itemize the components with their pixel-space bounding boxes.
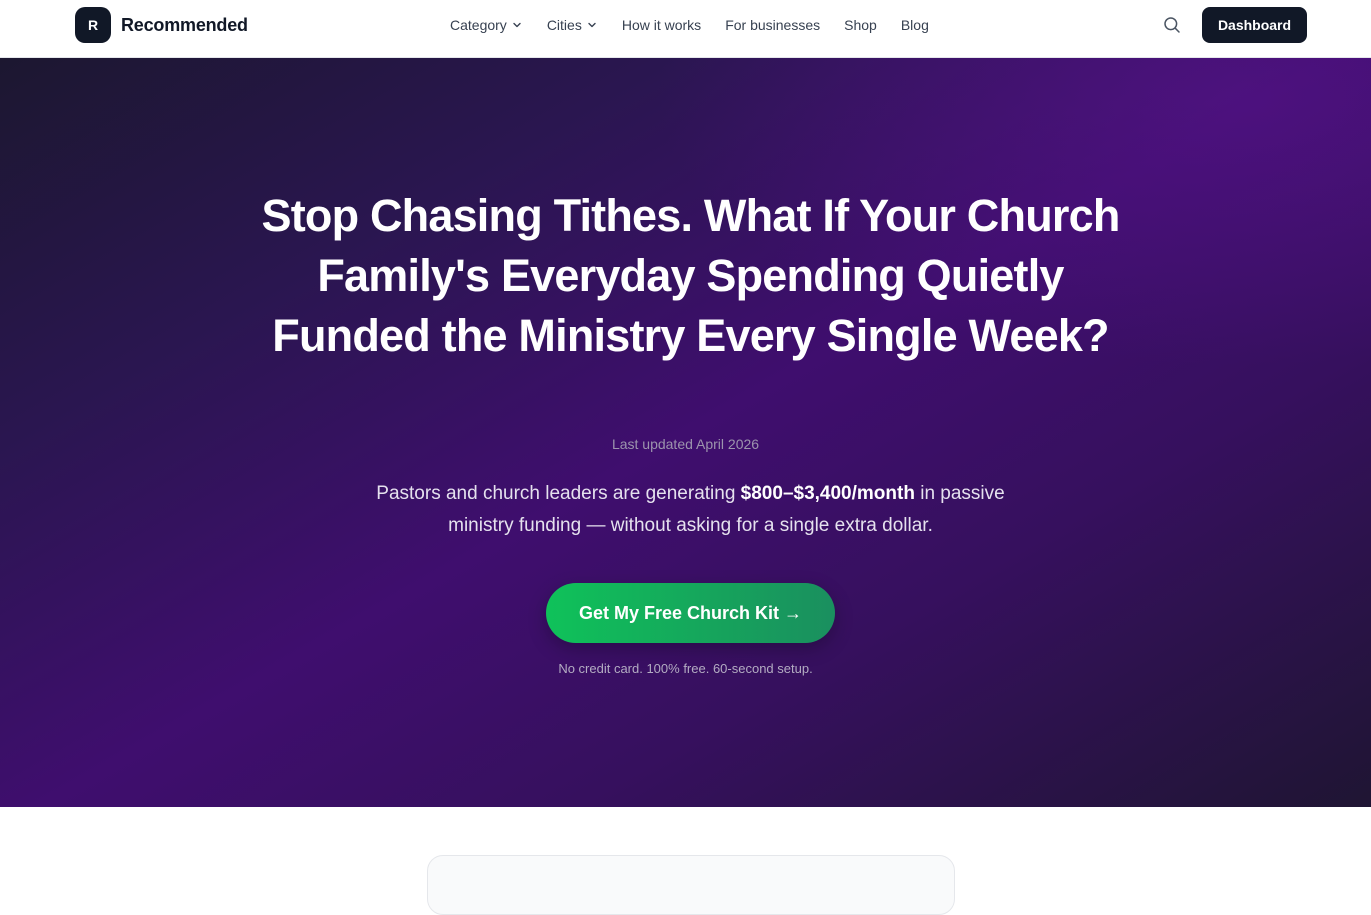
brand-name: Recommended bbox=[121, 14, 248, 35]
nav-item-cities[interactable]: Cities bbox=[547, 17, 598, 33]
nav-item-label: Cities bbox=[546, 17, 582, 33]
nav-item-category[interactable]: Category bbox=[450, 17, 523, 33]
lede-text-before: Pastors and church leaders are generatin… bbox=[376, 483, 741, 504]
brand-mark: R bbox=[75, 7, 111, 43]
nav-item-blog[interactable]: Blog bbox=[901, 17, 929, 33]
chevron-down-icon bbox=[586, 19, 598, 31]
last-updated-text: Last updated April 2026 bbox=[611, 436, 760, 452]
hero-section: Stop Chasing Tithes. What If Your Church… bbox=[0, 58, 1371, 807]
content-card bbox=[427, 855, 955, 915]
cta-fine-print: No credit card. 100% free. 60-second set… bbox=[558, 661, 813, 676]
hero-title: Stop Chasing Tithes. What If Your Church… bbox=[261, 190, 1120, 361]
nav-item-label: Category bbox=[450, 17, 507, 33]
nav-item-shop[interactable]: Shop bbox=[844, 17, 877, 33]
lede-highlight: $800–$3,400/month bbox=[740, 483, 915, 504]
get-free-church-kit-button[interactable]: Get My Free Church Kit → bbox=[546, 583, 835, 643]
dashboard-button[interactable]: Dashboard bbox=[1202, 7, 1307, 43]
primary-nav: Category Cities How it works For busines… bbox=[450, 0, 929, 50]
search-icon[interactable] bbox=[1162, 15, 1182, 35]
nav-item-how-it-works[interactable]: How it works bbox=[622, 17, 701, 33]
hero-lede: Pastors and church leaders are generatin… bbox=[370, 478, 1011, 542]
top-nav: R Recommended Category Cities How it wor… bbox=[0, 0, 1371, 58]
nav-item-for-businesses[interactable]: For businesses bbox=[725, 17, 820, 33]
chevron-down-icon bbox=[511, 19, 523, 31]
brand-logo-link[interactable]: R Recommended bbox=[75, 7, 248, 43]
